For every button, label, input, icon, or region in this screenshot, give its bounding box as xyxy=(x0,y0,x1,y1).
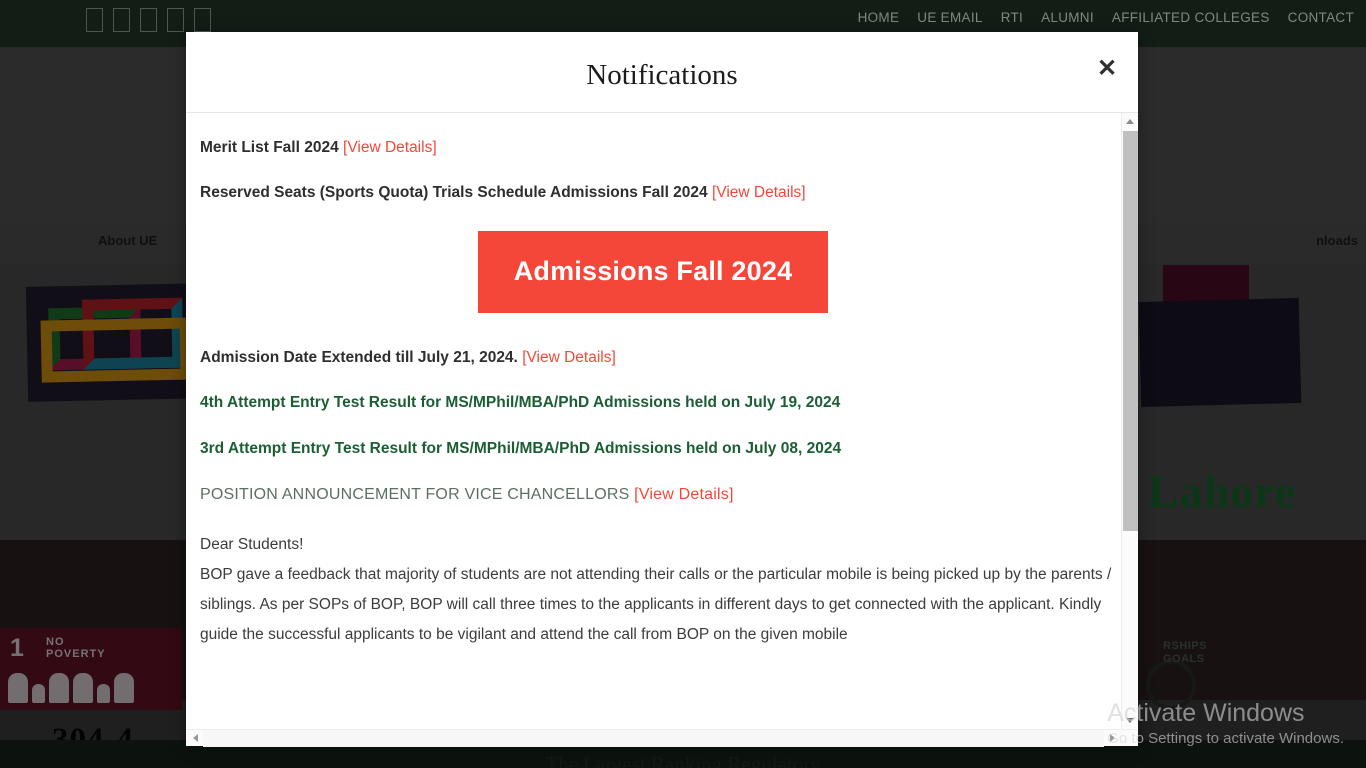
view-details-link[interactable]: [View Details] xyxy=(712,184,806,201)
horizontal-scrollbar-track[interactable] xyxy=(203,730,1104,747)
notification-merit-list: Merit List Fall 2024 [View Details] xyxy=(200,137,1106,159)
vertical-scrollbar-thumb[interactable] xyxy=(1123,131,1138,531)
paragraph-body: BOP gave a feedback that majority of stu… xyxy=(200,565,1112,643)
admissions-fall-2024-button[interactable]: Admissions Fall 2024 xyxy=(478,230,828,313)
page-root: About UE nloads Lahore 1 NOPOVERTY 304-4… xyxy=(0,0,1366,768)
scroll-left-arrow-icon[interactable] xyxy=(188,730,205,747)
paragraph-salutation: Dear Students! xyxy=(200,535,304,553)
notifications-list: Merit List Fall 2024 [View Details] Rese… xyxy=(186,113,1122,713)
notification-4th-attempt-result: 4th Attempt Entry Test Result for MS/MPh… xyxy=(200,394,841,412)
scroll-right-arrow-icon[interactable] xyxy=(1104,730,1121,747)
notification-reserved-seats: Reserved Seats (Sports Quota) Trials Sch… xyxy=(200,182,1106,204)
notification-text: Merit List Fall 2024 xyxy=(200,139,339,156)
notification-admission-date-extended: Admission Date Extended till July 21, 20… xyxy=(200,347,1106,369)
scroll-down-arrow-icon[interactable] xyxy=(1122,712,1138,729)
notifications-modal: Notifications ✕ Merit List Fall 2024 [Vi… xyxy=(186,32,1138,747)
modal-title: Notifications xyxy=(586,59,738,91)
modal-header: Notifications ✕ xyxy=(186,32,1138,113)
notification-text: Admission Date Extended till July 21, 20… xyxy=(200,348,518,366)
vertical-scrollbar[interactable] xyxy=(1121,113,1138,729)
modal-body-wrapper: Merit List Fall 2024 [View Details] Rese… xyxy=(186,113,1138,729)
bop-announcement-paragraph: Dear Students! BOP gave a feedback that … xyxy=(200,530,1122,650)
notification-vice-chancellor-position: POSITION ANNOUNCEMENT FOR VICE CHANCELLO… xyxy=(200,483,1106,506)
notification-text: Reserved Seats (Sports Quota) Trials Sch… xyxy=(200,184,708,202)
view-details-link[interactable]: [View Details] xyxy=(522,349,616,366)
close-icon[interactable]: ✕ xyxy=(1092,54,1122,84)
notification-3rd-attempt-result: 3rd Attempt Entry Test Result for MS/MPh… xyxy=(200,439,842,457)
notification-text: POSITION ANNOUNCEMENT FOR VICE CHANCELLO… xyxy=(200,486,630,504)
horizontal-scrollbar[interactable] xyxy=(186,729,1138,747)
scroll-up-arrow-icon[interactable] xyxy=(1122,113,1138,130)
view-details-link[interactable]: [View Details] xyxy=(343,139,437,156)
view-details-link[interactable]: [View Details] xyxy=(634,486,733,503)
